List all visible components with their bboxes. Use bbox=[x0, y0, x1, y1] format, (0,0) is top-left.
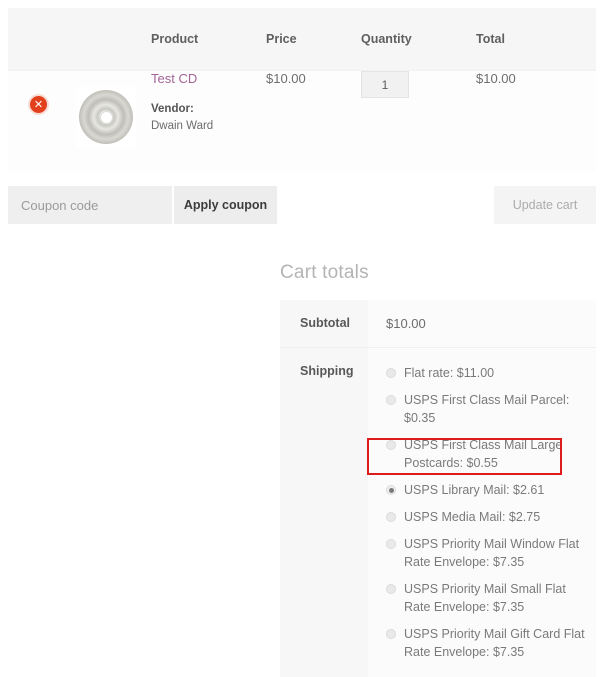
product-price: $10.00 bbox=[266, 71, 306, 86]
cart-table-row: ✕ Test CD Vendor: Dwain Ward $10.00 1 $1… bbox=[8, 71, 596, 172]
vendor-name: Dwain Ward bbox=[151, 120, 266, 132]
coupon-row: Apply coupon Update cart bbox=[8, 186, 596, 224]
cell-thumbnail bbox=[66, 71, 151, 172]
radio-icon[interactable] bbox=[386, 512, 396, 522]
remove-item-icon[interactable]: ✕ bbox=[30, 96, 47, 113]
product-thumbnail-link[interactable] bbox=[76, 87, 136, 147]
header-price: Price bbox=[266, 8, 361, 71]
vendor-label: Vendor: bbox=[151, 103, 266, 115]
product-name-link[interactable]: Test CD bbox=[151, 71, 266, 86]
radio-icon[interactable] bbox=[386, 539, 396, 549]
cell-quantity: 1 bbox=[361, 71, 476, 172]
shipping-option[interactable]: USPS Media Mail: $2.75 bbox=[386, 508, 586, 526]
shipping-option[interactable]: USPS Priority Mail Small Flat Rate Envel… bbox=[386, 580, 586, 616]
shipping-option-label: USPS Media Mail: $2.75 bbox=[404, 510, 540, 524]
shipping-option[interactable]: USPS Priority Mail Window Flat Rate Enve… bbox=[386, 535, 586, 571]
subtotal-value: $10.00 bbox=[368, 300, 596, 348]
cart-totals-table: Subtotal $10.00 Shipping Flat rate: $11.… bbox=[280, 300, 596, 677]
cell-product: Test CD Vendor: Dwain Ward bbox=[151, 71, 266, 172]
header-total: Total bbox=[476, 8, 596, 71]
cell-remove: ✕ bbox=[8, 71, 66, 172]
shipping-option[interactable]: USPS First Class Mail Parcel: $0.35 bbox=[386, 391, 586, 427]
radio-icon[interactable] bbox=[386, 629, 396, 639]
shipping-row: Shipping Flat rate: $11.00 USPS First Cla… bbox=[280, 348, 596, 677]
cell-price: $10.00 bbox=[266, 71, 361, 172]
radio-icon[interactable] bbox=[386, 368, 396, 378]
radio-icon[interactable] bbox=[386, 584, 396, 594]
cell-total: $10.00 bbox=[476, 71, 596, 172]
product-line-total: $10.00 bbox=[476, 71, 516, 86]
header-thumbnail bbox=[66, 8, 151, 71]
radio-icon[interactable] bbox=[386, 395, 396, 405]
shipping-option-label: USPS First Class Mail Parcel: $0.35 bbox=[404, 393, 569, 425]
shipping-options-cell: Flat rate: $11.00 USPS First Class Mail P… bbox=[368, 348, 596, 677]
quantity-input[interactable]: 1 bbox=[361, 71, 409, 98]
update-cart-button[interactable]: Update cart bbox=[494, 186, 596, 224]
header-remove bbox=[8, 8, 66, 71]
subtotal-label: Subtotal bbox=[280, 300, 368, 348]
shipping-method-list: Flat rate: $11.00 USPS First Class Mail P… bbox=[386, 364, 586, 661]
shipping-option[interactable]: USPS First Class Mail Large Postcards: $… bbox=[386, 436, 586, 472]
shipping-option[interactable]: USPS Library Mail: $2.61 bbox=[386, 481, 586, 499]
cart-table-header-row: Product Price Quantity Total bbox=[8, 8, 596, 71]
apply-coupon-button[interactable]: Apply coupon bbox=[174, 186, 277, 224]
cart-totals-section: Cart totals Subtotal $10.00 Shipping Fla… bbox=[280, 262, 596, 677]
radio-icon[interactable] bbox=[386, 440, 396, 450]
shipping-option[interactable]: Flat rate: $11.00 bbox=[386, 364, 586, 382]
cd-disc-icon bbox=[79, 90, 133, 144]
header-product: Product bbox=[151, 8, 266, 71]
cart-table: Product Price Quantity Total ✕ Test CD V… bbox=[8, 8, 596, 171]
shipping-label: Shipping bbox=[280, 348, 368, 677]
shipping-option-label: USPS Library Mail: $2.61 bbox=[404, 483, 544, 497]
shipping-option-label: USPS Priority Mail Window Flat Rate Enve… bbox=[404, 537, 579, 569]
coupon-code-input[interactable] bbox=[8, 186, 172, 224]
shipping-option-label: Flat rate: $11.00 bbox=[404, 366, 494, 380]
shipping-option-label: USPS First Class Mail Large Postcards: $… bbox=[404, 438, 562, 470]
header-quantity: Quantity bbox=[361, 8, 476, 71]
subtotal-row: Subtotal $10.00 bbox=[280, 300, 596, 348]
radio-icon[interactable] bbox=[386, 485, 396, 495]
shipping-option[interactable]: USPS Priority Mail Gift Card Flat Rate E… bbox=[386, 625, 586, 661]
cart-totals-title: Cart totals bbox=[280, 262, 596, 284]
shipping-option-label: USPS Priority Mail Gift Card Flat Rate E… bbox=[404, 627, 585, 659]
shipping-option-label: USPS Priority Mail Small Flat Rate Envel… bbox=[404, 582, 566, 614]
